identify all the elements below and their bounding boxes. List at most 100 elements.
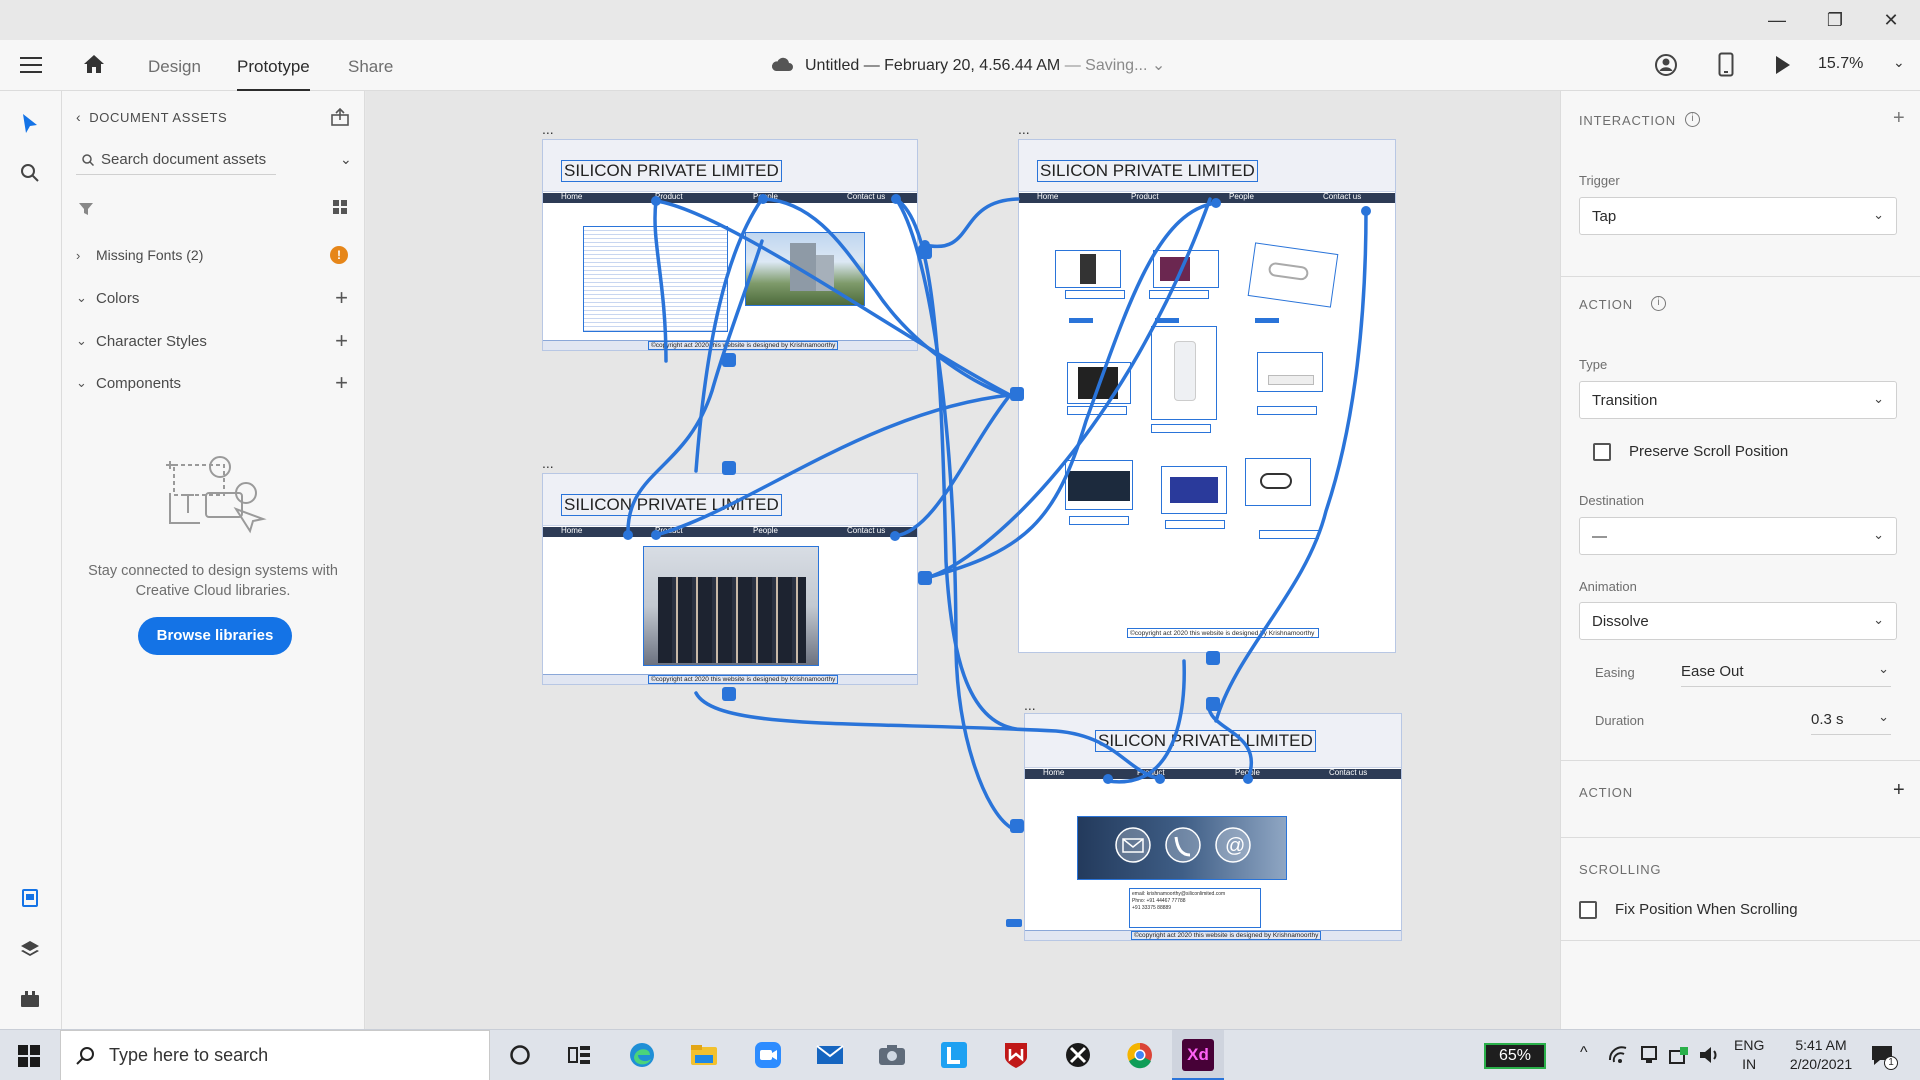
- minimize-button[interactable]: —: [1748, 0, 1806, 40]
- battery-meter[interactable]: 65%: [1484, 1043, 1546, 1069]
- clock-date: 2/20/2021: [1789, 1056, 1853, 1072]
- home-icon[interactable]: [82, 53, 106, 75]
- document-separator: —: [1064, 57, 1081, 74]
- device-tray-icon[interactable]: [1640, 1045, 1658, 1068]
- wifi-icon[interactable]: [1608, 1046, 1628, 1067]
- mail-icon[interactable]: [814, 1039, 846, 1071]
- window-titlebar: — ❐ ✕: [0, 0, 1920, 40]
- design-canvas[interactable]: ... SILICON PRIVATE LIMITED Home Product…: [366, 91, 1560, 1029]
- trigger-select[interactable]: Tap ⌄: [1579, 197, 1897, 235]
- clock[interactable]: 5:41 AM 2/20/2021: [1776, 1036, 1866, 1074]
- zoom-chevron-icon[interactable]: ⌄: [1893, 54, 1905, 71]
- chevron-down-icon: ⌄: [76, 290, 87, 305]
- filter-icon[interactable]: [78, 201, 94, 220]
- missing-fonts-row[interactable]: › Missing Fonts (2) !: [76, 241, 356, 269]
- device-preview-icon[interactable]: [1718, 52, 1734, 78]
- tray-overflow-icon[interactable]: ^: [1580, 1044, 1588, 1062]
- search-icon[interactable]: [20, 163, 40, 186]
- volume-icon[interactable]: [1698, 1045, 1720, 1068]
- animation-select[interactable]: Dissolve ⌄: [1579, 602, 1897, 640]
- type-value: Transition: [1592, 392, 1658, 409]
- language-indicator[interactable]: ENG IN: [1734, 1036, 1764, 1074]
- action-heading: ACTION: [1579, 297, 1633, 312]
- adobe-xd-icon: Xd: [1182, 1039, 1214, 1071]
- tab-design[interactable]: Design: [148, 52, 201, 91]
- tab-prototype[interactable]: Prototype: [237, 52, 310, 91]
- assets-header[interactable]: ‹ DOCUMENT ASSETS: [76, 109, 227, 125]
- search-assets-field[interactable]: Search document assets: [76, 147, 276, 175]
- trigger-value: Tap: [1592, 208, 1617, 225]
- add-component-icon[interactable]: +: [335, 370, 348, 396]
- file-explorer-icon[interactable]: [688, 1039, 720, 1071]
- cloud-icon: [770, 55, 794, 73]
- warning-icon: !: [330, 246, 348, 264]
- export-icon[interactable]: [330, 107, 350, 130]
- grid-view-icon[interactable]: [332, 199, 348, 218]
- tab-share[interactable]: Share: [348, 52, 393, 91]
- restore-icon: ❐: [1826, 9, 1844, 30]
- adobe-xd-taskbar-button[interactable]: Xd: [1172, 1030, 1224, 1080]
- chevron-down-icon: ⌄: [1878, 709, 1889, 724]
- chevron-down-icon: ⌄: [1873, 391, 1884, 406]
- fix-position-checkbox[interactable]: [1579, 901, 1597, 919]
- add-color-icon[interactable]: +: [335, 285, 348, 311]
- browse-libraries-button[interactable]: Browse libraries: [138, 617, 292, 655]
- prototype-wires[interactable]: [366, 91, 1560, 1029]
- add-character-style-icon[interactable]: +: [335, 328, 348, 354]
- divider: [1561, 837, 1920, 838]
- duration-value: 0.3 s: [1811, 711, 1844, 728]
- notifications-icon[interactable]: 1: [1870, 1044, 1898, 1071]
- animation-label: Animation: [1579, 579, 1637, 594]
- easing-value: Ease Out: [1681, 663, 1744, 680]
- layers-icon[interactable]: [20, 939, 40, 962]
- document-assets-icon[interactable]: [20, 888, 40, 911]
- duration-select[interactable]: 0.3 s ⌄: [1811, 705, 1891, 735]
- assets-filter-chevron-icon[interactable]: ⌄: [340, 151, 352, 168]
- chevron-down-icon: ⌄: [1878, 661, 1889, 676]
- easing-select[interactable]: Ease Out ⌄: [1681, 657, 1891, 687]
- language-code: ENG: [1734, 1037, 1765, 1053]
- tool-rail: [0, 91, 62, 1029]
- components-section[interactable]: ⌄ Components +: [76, 369, 356, 397]
- xbox-icon[interactable]: [1062, 1039, 1094, 1071]
- clock-time: 5:41 AM: [1795, 1037, 1847, 1053]
- add-interaction-icon[interactable]: +: [1893, 107, 1905, 130]
- taskbar-search-placeholder: Type here to search: [109, 1045, 269, 1065]
- camera-icon[interactable]: [876, 1039, 908, 1071]
- info-icon[interactable]: i: [1685, 112, 1700, 127]
- task-view-icon[interactable]: [564, 1039, 596, 1071]
- plugins-icon[interactable]: [20, 989, 40, 1012]
- play-preview-icon[interactable]: [1774, 54, 1792, 76]
- taskbar-search-box[interactable]: Type here to search: [60, 1030, 490, 1080]
- minimize-icon: —: [1768, 9, 1786, 30]
- edge-browser-icon[interactable]: [626, 1039, 658, 1071]
- chevron-left-icon: ‹: [76, 109, 82, 125]
- lens-app-icon[interactable]: [938, 1039, 970, 1071]
- zoom-app-icon[interactable]: [752, 1039, 784, 1071]
- chrome-icon[interactable]: [1124, 1039, 1156, 1071]
- type-label: Type: [1579, 357, 1608, 372]
- document-title[interactable]: Untitled — February 20, 4.56.44 AM — Sav…: [805, 55, 1165, 75]
- info-icon[interactable]: i: [1651, 296, 1666, 311]
- zoom-level[interactable]: 15.7%: [1818, 55, 1863, 73]
- mcafee-icon[interactable]: [1000, 1039, 1032, 1071]
- windows-start-icon[interactable]: [18, 1045, 40, 1070]
- network-tray-icon[interactable]: [1668, 1045, 1690, 1068]
- close-button[interactable]: ✕: [1862, 0, 1920, 40]
- restore-button[interactable]: ❐: [1806, 0, 1864, 40]
- divider: [1561, 940, 1920, 941]
- action-heading-2: ACTION: [1579, 785, 1633, 800]
- type-select[interactable]: Transition ⌄: [1579, 381, 1897, 419]
- destination-select[interactable]: — ⌄: [1579, 517, 1897, 555]
- select-tool-icon[interactable]: [21, 113, 39, 138]
- colors-section[interactable]: ⌄ Colors +: [76, 284, 356, 312]
- cortana-icon[interactable]: [504, 1039, 536, 1071]
- preserve-scroll-checkbox[interactable]: [1593, 443, 1611, 461]
- share-user-icon[interactable]: [1654, 53, 1678, 77]
- divider: [1561, 276, 1920, 277]
- missing-fonts-label: Missing Fonts (2): [96, 247, 204, 263]
- chevron-down-icon: ⌄: [1873, 612, 1884, 627]
- hamburger-menu-icon[interactable]: [20, 55, 42, 75]
- add-action-icon[interactable]: +: [1893, 779, 1905, 802]
- character-styles-section[interactable]: ⌄ Character Styles +: [76, 327, 356, 355]
